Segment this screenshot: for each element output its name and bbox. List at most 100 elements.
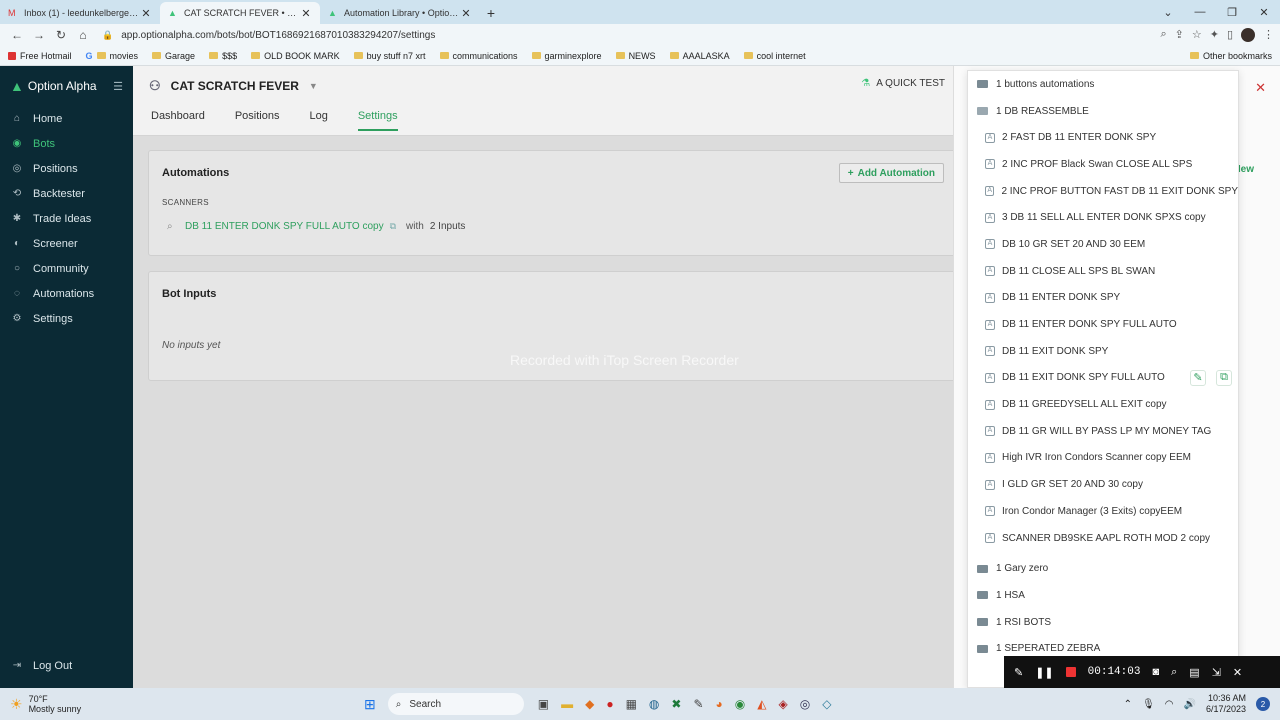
recorder-app-icon[interactable]: ● bbox=[606, 697, 613, 711]
list-item[interactable]: A2 INC PROF Black Swan CLOSE ALL SPS bbox=[968, 151, 1238, 178]
browser-tab-automation-library[interactable]: ▲ Automation Library • Option Alp ✕ bbox=[320, 2, 480, 24]
chrome-icon[interactable]: ◉ bbox=[735, 697, 745, 711]
notification-badge[interactable]: 2 bbox=[1256, 697, 1270, 711]
list-item[interactable]: A2 FAST DB 11 ENTER DONK SPY bbox=[968, 124, 1238, 151]
list-item[interactable]: A DB 11 ENTER DONK SPY FULL AUTO bbox=[968, 311, 1238, 338]
list-item[interactable]: A Iron Condor Manager (3 Exits) copyEEM bbox=[968, 498, 1238, 525]
brave-icon[interactable]: ◭ bbox=[757, 697, 766, 711]
url-field[interactable]: 🔒 app.optionalpha.com/bots/bot/BOT168692… bbox=[102, 26, 1153, 44]
minimize-icon[interactable]: — bbox=[1184, 6, 1216, 18]
bookmark-item[interactable]: Garage bbox=[152, 51, 195, 61]
scanner-link[interactable]: DB 11 ENTER DONK SPY FULL AUTO copy bbox=[185, 221, 384, 232]
add-automation-button[interactable]: + Add Automation bbox=[838, 163, 944, 183]
bot-name-selector[interactable]: ⚇ CAT SCRATCH FEVER ▼ bbox=[149, 78, 318, 94]
list-item[interactable]: AI GLD GR SET 20 AND 30 copy bbox=[968, 471, 1238, 498]
tab-positions[interactable]: Positions bbox=[235, 110, 280, 131]
browser-tab-cat-scratch-fever[interactable]: ▲ CAT SCRATCH FEVER • Option Al ✕ bbox=[160, 2, 320, 24]
bookmark-item[interactable]: $$$ bbox=[209, 51, 237, 61]
bookmark-item[interactable]: AAALASKA bbox=[669, 51, 730, 61]
file-explorer-icon[interactable]: ▬ bbox=[561, 697, 573, 711]
sidebar-item-backtester[interactable]: ⟲ Backtester bbox=[0, 181, 133, 206]
list-item[interactable]: A SCANNER DB9SKE AAPL ROTH MOD 2 copy bbox=[968, 525, 1238, 552]
option-alpha-app-icon[interactable]: ◇ bbox=[822, 697, 831, 711]
windows-start-icon[interactable]: ⊞ bbox=[364, 696, 376, 713]
copy-icon[interactable]: ⧉ bbox=[390, 221, 396, 232]
sidebar-item-home[interactable]: ⌂ Home bbox=[0, 106, 133, 131]
wifi-icon[interactable]: ◠ bbox=[1165, 699, 1174, 710]
bookmark-item[interactable]: OLD BOOK MARK bbox=[251, 51, 340, 61]
zoom-icon[interactable]: ⌕ bbox=[1171, 666, 1177, 679]
copy-icon[interactable]: ⧉ bbox=[1216, 369, 1232, 386]
list-item[interactable]: A DB 11 ENTER DONK SPY bbox=[968, 285, 1238, 312]
avatar[interactable] bbox=[1241, 28, 1255, 42]
hamburger-menu-icon[interactable]: ☰ bbox=[113, 80, 123, 93]
home-icon[interactable]: ⌂ bbox=[72, 28, 94, 42]
maximize-icon[interactable]: ❐ bbox=[1216, 6, 1248, 19]
app-icon[interactable]: ◎ bbox=[800, 697, 810, 711]
other-bookmarks[interactable]: Other bookmarks bbox=[1189, 51, 1272, 61]
stop-icon[interactable] bbox=[1065, 667, 1076, 677]
folder-item[interactable]: 1 buttons automations bbox=[968, 71, 1238, 98]
bookmark-item[interactable]: NEWS bbox=[615, 51, 656, 61]
list-item[interactable]: A DB 11 GR WILL BY PASS LP MY MONEY TAG bbox=[968, 418, 1238, 445]
bookmark-item[interactable]: cool internet bbox=[743, 51, 806, 61]
sidebar-item-community[interactable]: ○ Community bbox=[0, 256, 133, 281]
close-icon[interactable]: ✕ bbox=[460, 7, 472, 20]
weather-widget[interactable]: ☀ 70°F Mostly sunny bbox=[10, 694, 210, 714]
close-window-icon[interactable]: ✕ bbox=[1248, 6, 1280, 19]
list-item-hovered[interactable]: A DB 11 EXIT DONK SPY FULL AUTO ✎ ⧉ bbox=[968, 365, 1238, 392]
list-item[interactable]: A DB 11 CLOSE ALL SPS BL SWAN bbox=[968, 258, 1238, 285]
list-item[interactable]: A2 INC PROF BUTTON FAST DB 11 EXIT DONK … bbox=[968, 178, 1238, 205]
new-tab-button[interactable]: + bbox=[480, 2, 502, 24]
share-icon[interactable]: ⇪ bbox=[1175, 28, 1184, 42]
list-item[interactable]: A DB 11 EXIT DONK SPY bbox=[968, 338, 1238, 365]
list-item[interactable]: A DB 10 GR SET 20 AND 30 EEM bbox=[968, 231, 1238, 258]
app-icon[interactable]: ◈ bbox=[778, 697, 787, 711]
edit-pencil-icon[interactable]: ✎ bbox=[1190, 369, 1206, 386]
folder-item[interactable]: 1 RSI BOTS bbox=[968, 609, 1238, 636]
more-menu-icon[interactable]: ⋮ bbox=[1263, 28, 1274, 42]
back-icon[interactable]: ← bbox=[6, 28, 28, 42]
firefox-icon[interactable]: ◕ bbox=[716, 697, 723, 711]
list-item[interactable]: A DB 11 GREEDYSELL ALL EXIT copy bbox=[968, 391, 1238, 418]
sidebar-item-bots[interactable]: ◉ Bots bbox=[0, 131, 133, 156]
pause-icon[interactable]: ❚❚ bbox=[1035, 666, 1053, 679]
sidebar-item-automations[interactable]: ◌ Automations bbox=[0, 281, 133, 306]
sidebar-item-settings[interactable]: ⚙ Settings bbox=[0, 306, 133, 331]
media-icon[interactable]: ◆ bbox=[585, 697, 594, 711]
folder-item[interactable]: 1 HSA bbox=[968, 582, 1238, 609]
bookmark-item[interactable]: buy stuff n7 xrt bbox=[353, 51, 426, 61]
extensions-icon[interactable]: ✦ bbox=[1210, 28, 1219, 42]
calendar-icon[interactable]: ▦ bbox=[626, 697, 637, 711]
taskbar-search[interactable]: ⌕ Search bbox=[387, 693, 524, 715]
list-item[interactable]: A3 DB 11 SELL ALL ENTER DONK SPXS copy bbox=[968, 204, 1238, 231]
close-icon[interactable]: ✕ bbox=[140, 7, 152, 20]
forward-icon[interactable]: → bbox=[28, 28, 50, 42]
quick-test-button[interactable]: ⚗ A QUICK TEST bbox=[861, 78, 945, 89]
bookmark-item[interactable]: communications bbox=[439, 51, 518, 61]
paint-icon[interactable]: ✎ bbox=[693, 697, 703, 711]
excel-icon[interactable]: ✖ bbox=[671, 697, 681, 711]
close-icon[interactable]: ✕ bbox=[1255, 80, 1266, 96]
logout-button[interactable]: ⇥ Log Out bbox=[0, 653, 133, 678]
minimize-icon[interactable]: ⇲ bbox=[1212, 666, 1221, 679]
chevron-down-icon[interactable]: ⌄ bbox=[1152, 6, 1184, 19]
folder-item-open[interactable]: 1 DB REASSEMBLE bbox=[968, 98, 1238, 125]
volume-icon[interactable]: 🔊 bbox=[1184, 699, 1196, 710]
close-icon[interactable]: ✕ bbox=[300, 7, 312, 20]
close-icon[interactable]: ✕ bbox=[1233, 666, 1242, 679]
sidebar-item-screener[interactable]: ◐ Screener bbox=[0, 231, 133, 256]
zoom-icon[interactable]: ⌕ bbox=[1160, 28, 1166, 42]
list-item[interactable]: A High IVR Iron Condors Scanner copy EEM bbox=[968, 445, 1238, 472]
chevron-up-icon[interactable]: ⌃ bbox=[1124, 699, 1132, 710]
tab-settings[interactable]: Settings bbox=[357, 110, 398, 131]
reload-icon[interactable]: ↻ bbox=[50, 28, 72, 42]
bookmark-item[interactable]: Free Hotmail bbox=[8, 51, 72, 61]
bookmark-item[interactable]: garminexplore bbox=[531, 51, 602, 61]
pen-icon[interactable]: ✎ bbox=[1014, 666, 1023, 679]
bookmark-item[interactable]: Gmovies bbox=[86, 51, 139, 61]
clock[interactable]: 10:36 AM 6/17/2023 bbox=[1206, 693, 1246, 715]
camera-icon[interactable]: ◙ bbox=[1152, 666, 1159, 678]
sidebar-toggle-icon[interactable]: ▯ bbox=[1227, 28, 1233, 42]
tab-log[interactable]: Log bbox=[309, 110, 327, 131]
